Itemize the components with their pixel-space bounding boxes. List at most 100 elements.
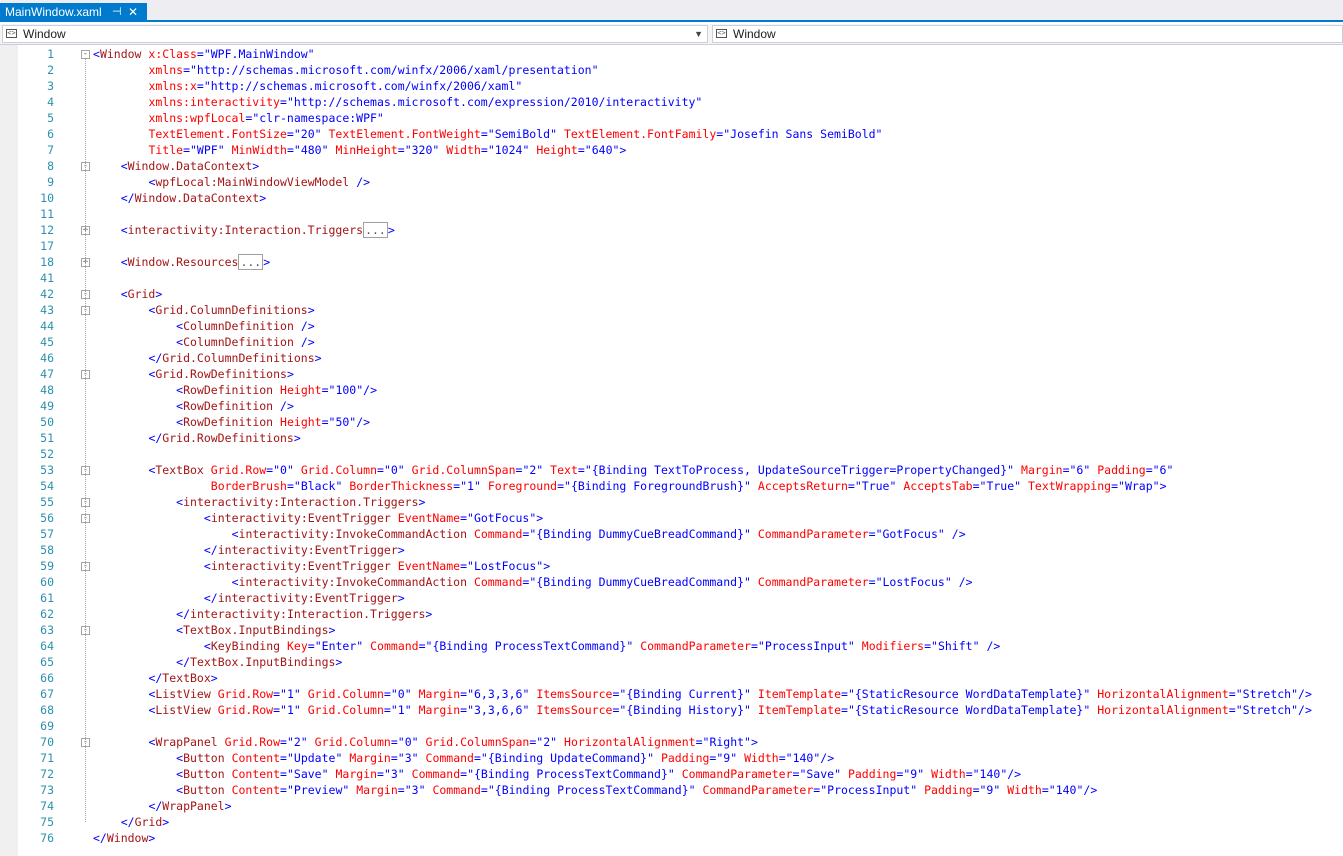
code-line[interactable]: 49 <RowDefinition /> xyxy=(0,398,1343,414)
code-line[interactable]: 8- <Window.DataContext> xyxy=(0,158,1343,174)
code-line[interactable]: 41 xyxy=(0,270,1343,286)
code-token: "{Binding ForegroundBrush}" xyxy=(564,479,751,493)
member-value: Window xyxy=(733,27,776,41)
code-line[interactable]: 9 <wpfLocal:MainWindowViewModel /> xyxy=(0,174,1343,190)
code-token: TextElement.FontSize xyxy=(148,127,287,141)
code-line[interactable]: 51 </Grid.RowDefinitions> xyxy=(0,430,1343,446)
code-line[interactable]: 60 <interactivity:InvokeCommandAction Com… xyxy=(0,574,1343,590)
line-number: 51 xyxy=(40,431,54,445)
code-line[interactable]: 61 </interactivity:EventTrigger> xyxy=(0,590,1343,606)
code-line[interactable]: 18 + <Window.Resources... > xyxy=(0,254,1343,270)
collapsed-region[interactable]: ... xyxy=(238,254,264,270)
code-line[interactable]: 50 <RowDefinition Height="50"/> xyxy=(0,414,1343,430)
code-token: Grid.Column xyxy=(300,463,377,477)
code-text: <wpfLocal:MainWindowViewModel /> xyxy=(148,174,370,190)
code-line[interactable]: 58 </interactivity:EventTrigger> xyxy=(0,542,1343,558)
type-scope-value: Window xyxy=(23,27,66,41)
code-token: /> xyxy=(280,399,294,413)
code-token: ItemsSource xyxy=(536,703,613,717)
code-token: HorizontalAlignment xyxy=(1097,687,1229,701)
line-number: 70 xyxy=(40,735,54,749)
code-line[interactable]: 55- <interactivity:Interaction.Triggers> xyxy=(0,494,1343,510)
line-number: 75 xyxy=(40,815,54,829)
type-scope-dropdown[interactable]: <> Window ▼ xyxy=(2,25,708,43)
code-line[interactable]: 63- <TextBox.InputBindings> xyxy=(0,622,1343,638)
code-line[interactable]: 1 - <Window x:Class="WPF.MainWindow" xyxy=(0,46,1343,62)
code-line[interactable]: 56- <interactivity:EventTrigger EventName… xyxy=(0,510,1343,526)
code-line[interactable]: 10 </Window.DataContext> xyxy=(0,190,1343,206)
code-token: "9" xyxy=(903,767,925,781)
line-number: 42 xyxy=(40,287,54,301)
code-line[interactable]: 67 <ListView Grid.Row="1" Grid.Column="0"… xyxy=(0,686,1343,702)
line-number: 59 xyxy=(40,559,54,573)
code-token: = xyxy=(924,639,932,653)
code-line[interactable]: 2 xmlns="http://schemas.microsoft.com/win… xyxy=(0,62,1343,78)
code-line[interactable]: 64 <KeyBinding Key="Enter" Command="{Bind… xyxy=(0,638,1343,654)
code-line[interactable]: 44 <ColumnDefinition /> xyxy=(0,318,1343,334)
code-line[interactable]: 4 xmlns:interactivity="http://schemas.mic… xyxy=(0,94,1343,110)
code-line[interactable]: 53- <TextBox Grid.Row="0" Grid.Column="0"… xyxy=(0,462,1343,478)
code-text: <Button Content="Update" Margin="3" Comm… xyxy=(176,750,834,766)
code-text: xmlns:x="http://schemas.microsoft.com/wi… xyxy=(148,78,522,94)
code-token: "320" xyxy=(404,143,440,157)
code-token: = xyxy=(460,559,468,573)
code-line[interactable]: 68 <ListView Grid.Row="1" Grid.Column="1"… xyxy=(0,702,1343,718)
code-token: CommandParameter xyxy=(757,527,869,541)
code-line[interactable]: 54 BorderBrush="Black" BorderThickness="1… xyxy=(0,478,1343,494)
code-text: <RowDefinition /> xyxy=(176,398,294,414)
close-icon[interactable]: ✕ xyxy=(128,3,138,22)
code-token: "50" xyxy=(328,415,357,429)
line-number: 61 xyxy=(40,591,54,605)
member-dropdown[interactable]: <> Window xyxy=(712,25,1343,43)
code-line[interactable]: 73 <Button Content="Preview" Margin="3" C… xyxy=(0,782,1343,798)
code-token: > xyxy=(314,351,322,365)
code-line[interactable]: 52 xyxy=(0,446,1343,462)
code-line[interactable]: 59- <interactivity:EventTrigger EventName… xyxy=(0,558,1343,574)
code-line[interactable]: 57 <interactivity:InvokeCommandAction Com… xyxy=(0,526,1343,542)
code-line[interactable]: 66 </TextBox> xyxy=(0,670,1343,686)
code-line[interactable]: 62 </interactivity:Interaction.Triggers> xyxy=(0,606,1343,622)
code-line[interactable]: 3 xmlns:x="http://schemas.microsoft.com/w… xyxy=(0,78,1343,94)
line-number: 5 xyxy=(47,111,54,125)
code-line[interactable]: 48 <RowDefinition Height="100"/> xyxy=(0,382,1343,398)
code-line[interactable]: 43- <Grid.ColumnDefinitions> xyxy=(0,302,1343,318)
code-line[interactable]: 45 <ColumnDefinition /> xyxy=(0,334,1343,350)
code-line[interactable]: 70- <WrapPanel Grid.Row="2" Grid.Column="… xyxy=(0,734,1343,750)
code-line[interactable]: 71 <Button Content="Update" Margin="3" Co… xyxy=(0,750,1343,766)
code-token: Width xyxy=(931,767,966,781)
line-number: 47 xyxy=(40,367,54,381)
code-token: "SemiBold" xyxy=(487,127,558,141)
code-token: "2" xyxy=(286,735,308,749)
code-editor[interactable]: 1- <Window x:Class="WPF.MainWindow" 2 xmlns… xyxy=(0,45,1343,856)
code-line[interactable]: 47- <Grid.RowDefinitions> xyxy=(0,366,1343,382)
collapse-outline-icon[interactable]: - xyxy=(81,50,90,59)
code-line[interactable]: 74 </WrapPanel> xyxy=(0,798,1343,814)
code-line[interactable]: 5 xmlns:wpfLocal="clr-namespace:WPF" xyxy=(0,110,1343,126)
code-line[interactable]: 12 + <interactivity:Interaction.Triggers..… xyxy=(0,222,1343,238)
code-token: ColumnDefinition xyxy=(183,319,294,333)
code-line[interactable]: 11 xyxy=(0,206,1343,222)
collapsed-region[interactable]: ... xyxy=(363,222,388,238)
code-line[interactable]: 76 </Window> xyxy=(0,830,1343,846)
code-line[interactable]: 46 </Grid.ColumnDefinitions> xyxy=(0,350,1343,366)
code-line[interactable]: 65 </TextBox.InputBindings> xyxy=(0,654,1343,670)
code-token: = xyxy=(273,703,281,717)
code-line[interactable]: 69 xyxy=(0,718,1343,734)
code-line[interactable]: 72 <Button Content="Save" Margin="3" Comm… xyxy=(0,766,1343,782)
code-token: Grid.ColumnSpan xyxy=(425,735,530,749)
code-token: = xyxy=(972,479,980,493)
code-line[interactable]: 7 Title="WPF" MinWidth="480" MinHeight="3… xyxy=(0,142,1343,158)
code-text: </WrapPanel> xyxy=(148,798,231,814)
code-line[interactable]: 42- <Grid> xyxy=(0,286,1343,302)
document-tab[interactable]: MainWindow.xaml ⊣ ✕ xyxy=(0,3,147,22)
code-token: Foreground xyxy=(487,479,558,493)
outline-guide xyxy=(85,315,87,358)
code-line[interactable]: 75 </Grid> xyxy=(0,814,1343,830)
pin-icon[interactable]: ⊣ xyxy=(112,3,122,22)
line-number: 53 xyxy=(40,463,54,477)
code-token: ItemTemplate xyxy=(757,703,842,717)
code-token: > xyxy=(155,287,163,301)
code-line[interactable]: 17 xyxy=(0,238,1343,254)
code-line[interactable]: 6 TextElement.FontSize="20" TextElement.F… xyxy=(0,126,1343,142)
